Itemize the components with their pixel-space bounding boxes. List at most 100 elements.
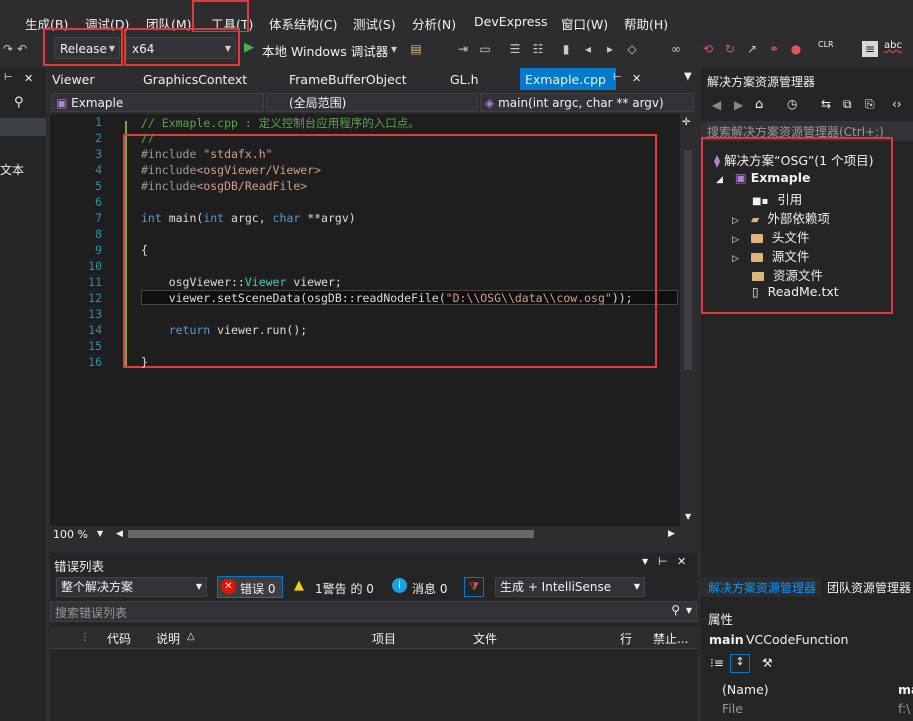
source-filter-dropdown[interactable]: 生成 + IntelliSense ▼	[495, 577, 645, 597]
scroll-left-icon[interactable]: ◀	[116, 529, 123, 539]
indent-icon[interactable]: ☰	[507, 41, 523, 57]
project-dropdown[interactable]: ▣ Exmaple	[51, 93, 264, 112]
wrench-icon[interactable]: ⚒	[762, 656, 773, 670]
error-search-input[interactable]: 搜索错误列表 ⚲ ▼	[50, 601, 697, 622]
tree-item-readme[interactable]: ▯ ReadMe.txt	[752, 284, 839, 299]
pin-icon[interactable]: ⊢	[613, 72, 622, 83]
menu-tools[interactable]: 工具(T)	[211, 14, 253, 33]
close-icon[interactable]: ✕	[677, 555, 686, 568]
alphabetical-icon[interactable]: ↕	[730, 654, 750, 673]
platform-select[interactable]: x64 ▼	[126, 37, 236, 59]
tree-item-sources[interactable]: ▷ 源文件	[732, 246, 809, 265]
warnings-filter-button[interactable]: 1警告 的 0	[315, 580, 374, 597]
menu-devexpress[interactable]: DevExpress	[474, 14, 548, 29]
tab-exmaple-cpp[interactable]: Exmaple.cpp	[525, 72, 606, 87]
prev-bookmark-icon[interactable]: ◂	[580, 41, 596, 57]
config-select[interactable]: Release ▼	[54, 37, 120, 59]
pin-icon[interactable]: ⊢	[658, 555, 668, 568]
menu-team[interactable]: 团队(M)	[146, 14, 192, 33]
tab-team-explorer[interactable]: 团队资源管理器	[827, 579, 911, 596]
sync-icon[interactable]: ⇆	[821, 97, 831, 111]
format-icon[interactable]: ▭	[477, 41, 493, 57]
horizontal-scroll-thumb[interactable]	[128, 530, 534, 538]
tab-graphicscontext[interactable]: GraphicsContext	[143, 72, 247, 87]
categorized-icon[interactable]: ⁝≡	[710, 656, 724, 670]
close-icon[interactable]: ✕	[632, 72, 641, 85]
tab-viewer[interactable]: Viewer	[52, 72, 95, 87]
column-line[interactable]: 行	[620, 630, 632, 647]
chevron-down-icon[interactable]: ▾	[386, 41, 402, 57]
breakpoint-icon[interactable]: ⟲	[700, 41, 716, 57]
clr-icon[interactable]: CLR	[818, 40, 834, 49]
history-icon[interactable]: ◷	[787, 97, 797, 111]
column-suppress[interactable]: 禁止...	[653, 630, 688, 647]
properties-icon[interactable]: ≡	[862, 41, 878, 57]
column-description[interactable]: 说明	[156, 630, 180, 647]
forward-icon[interactable]: ▶	[734, 98, 743, 112]
scroll-right-icon[interactable]: ▶	[668, 529, 675, 539]
code-line[interactable]: {	[141, 243, 148, 257]
record-icon[interactable]: ●	[788, 41, 804, 57]
tab-solution-explorer[interactable]: 解决方案资源管理器	[701, 577, 821, 597]
code-line[interactable]: #include<osgViewer/Viewer>	[141, 163, 321, 177]
chevron-down-icon[interactable]: ▼	[97, 529, 103, 538]
code-line[interactable]: int main(int argc, char **argv)	[141, 211, 356, 225]
menu-test[interactable]: 测试(S)	[353, 14, 396, 33]
menu-debug[interactable]: 调试(D)	[85, 14, 129, 33]
run-debugger-button[interactable]: 本地 Windows 调试器	[262, 41, 388, 60]
column-file[interactable]: 文件	[473, 630, 497, 647]
outdent-icon[interactable]: ☷	[530, 41, 546, 57]
scope-filter-dropdown[interactable]: 整个解决方案 ▼	[56, 577, 207, 597]
solution-node[interactable]: ⧫ 解决方案“OSG”(1 个项目)	[714, 150, 874, 169]
messages-filter-button[interactable]: 消息 0	[412, 580, 447, 597]
menu-window[interactable]: 窗口(W)	[561, 14, 608, 33]
scope-dropdown[interactable]: (全局范围)	[266, 93, 478, 112]
show-all-files-icon[interactable]: ⎘	[865, 97, 875, 112]
link-icon[interactable]: ⚭	[766, 41, 782, 57]
property-file-value[interactable]: f:\	[898, 701, 910, 716]
property-name-value[interactable]: ma	[898, 682, 913, 697]
function-dropdown[interactable]: ◈ main(int argc, char ** argv)	[480, 93, 694, 112]
chevron-down-icon[interactable]: ▼	[685, 512, 691, 521]
refresh-icon[interactable]: ↻	[722, 41, 738, 57]
menu-analyze[interactable]: 分析(N)	[412, 14, 456, 33]
undo-dropdown-icon[interactable]: ↶	[14, 41, 30, 57]
tree-item-resources[interactable]: 资源文件	[752, 265, 823, 284]
code-line[interactable]: #include<osgDB/ReadFile>	[141, 179, 307, 193]
code-line[interactable]: viewer.setSceneData(osgDB::readNodeFile(…	[141, 291, 633, 305]
column-code[interactable]: 代码	[107, 630, 131, 647]
collapse-all-icon[interactable]: ⧉	[843, 97, 852, 112]
scroll-thumb[interactable]	[684, 150, 692, 370]
jump-icon[interactable]: ↗	[744, 41, 760, 57]
code-line[interactable]: #include "stdafx.h"	[141, 147, 273, 161]
step-icon[interactable]: ⇥	[455, 41, 471, 57]
tab-gl-h[interactable]: GL.h	[450, 72, 479, 87]
tree-item-headers[interactable]: ▷ 头文件	[732, 227, 809, 246]
home-icon[interactable]: ⌂	[755, 97, 763, 112]
zoom-level[interactable]: 100 %	[53, 528, 88, 541]
pin-icon[interactable]: ⊢	[4, 72, 13, 83]
code-view-icon[interactable]: ‹›	[892, 97, 902, 111]
next-bookmark-icon[interactable]: ▸	[602, 41, 618, 57]
chevron-down-icon[interactable]: ▼	[642, 557, 648, 566]
close-icon[interactable]: ✕	[24, 72, 33, 85]
bookmark-icon[interactable]: ▮	[558, 41, 574, 57]
split-icon[interactable]: ✛	[682, 117, 690, 128]
clear-bookmark-icon[interactable]: ◇	[624, 41, 640, 57]
binoculars-icon[interactable]: ∞	[668, 41, 684, 57]
code-line[interactable]: //	[141, 131, 155, 145]
code-line[interactable]: }	[141, 355, 148, 369]
play-icon[interactable]: ▶	[244, 40, 254, 55]
solution-search-input[interactable]: 搜索解决方案资源管理器(Ctrl+;)	[701, 121, 913, 141]
menu-build[interactable]: 生成(B)	[25, 14, 68, 33]
code-line[interactable]: osgViewer::Viewer viewer;	[141, 275, 342, 289]
errors-filter-button[interactable]: ✕ 错误 0	[217, 576, 283, 598]
column-project[interactable]: 项目	[372, 630, 396, 647]
tree-item-references[interactable]: ■▪ 引用	[752, 189, 802, 208]
filter-icon[interactable]: ⧩	[464, 577, 484, 597]
code-line[interactable]: return viewer.run();	[141, 323, 308, 337]
tab-framebufferobject[interactable]: FrameBufferObject	[289, 72, 407, 87]
menu-help[interactable]: 帮助(H)	[624, 14, 668, 33]
tree-item-external-deps[interactable]: ▷ ▰ 外部依赖项	[732, 208, 830, 227]
search-icon[interactable]: ⚲	[14, 95, 24, 110]
